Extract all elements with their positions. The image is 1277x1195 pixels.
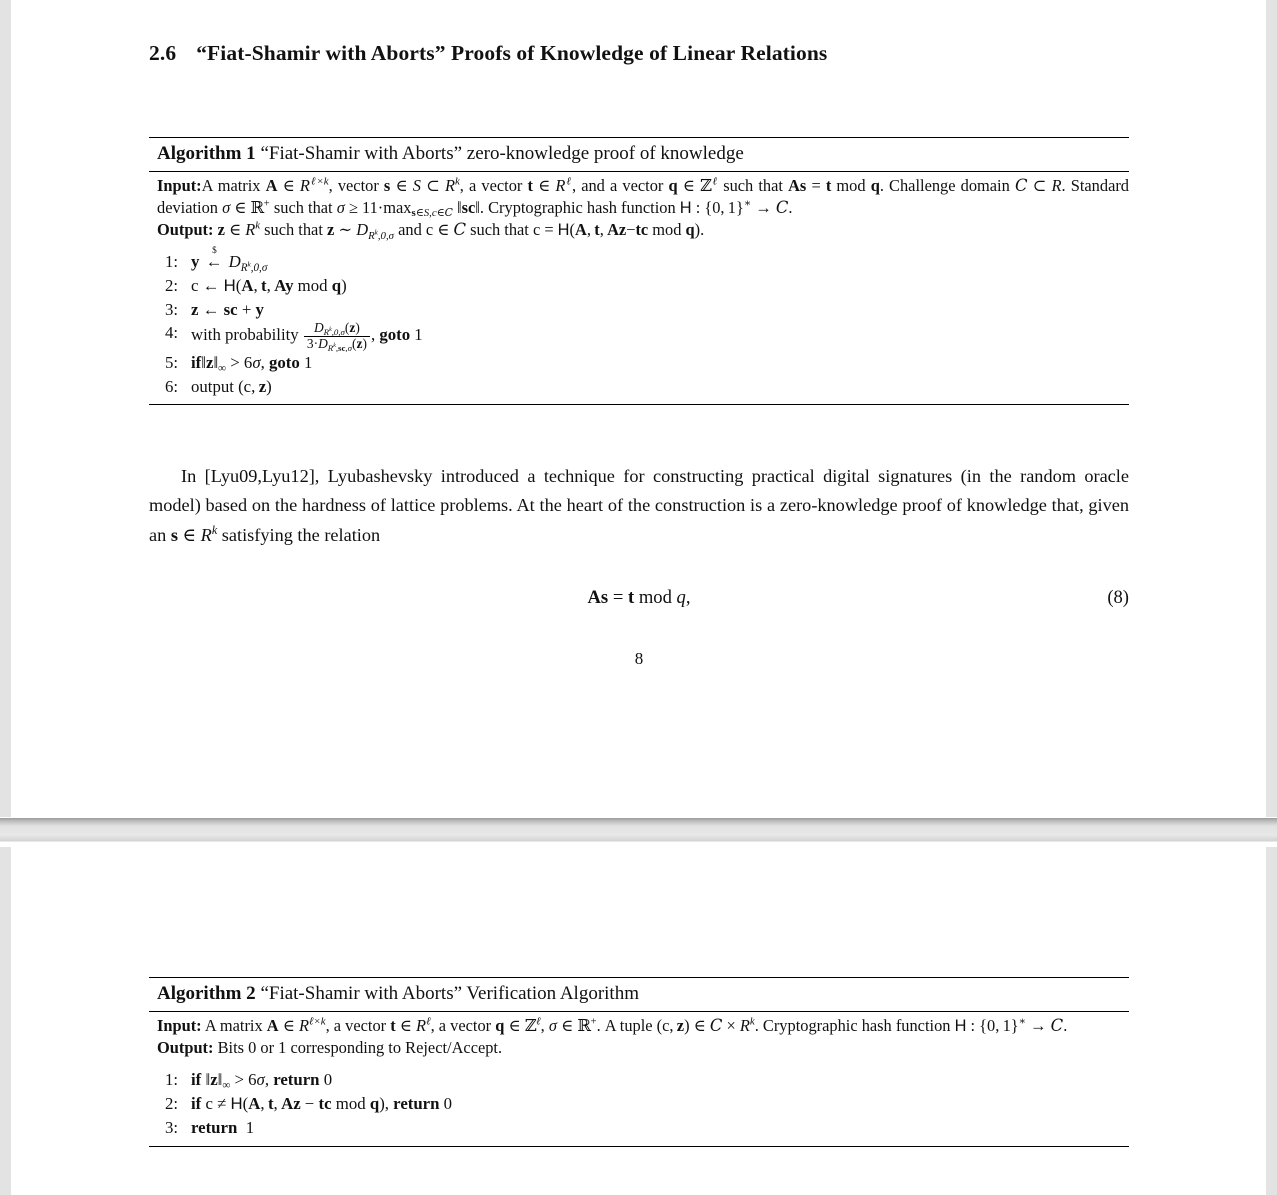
output-keyword: output <box>191 376 234 396</box>
algorithm-2-box: Algorithm 2 “Fiat-Shamir with Aborts” Ve… <box>149 977 1129 1147</box>
algorithm-1-input-line: Input:A matrix A ∈ Rℓ×k, vector s ∈ S ⊂ … <box>157 175 1130 220</box>
algorithm-1-steps: y $ ← DRk,0,σ c ← H(A, t, Ay mod q) z ← s… <box>149 245 1129 399</box>
algorithm-1-box: Algorithm 1 “Fiat-Shamir with Aborts” ze… <box>149 136 1129 405</box>
algorithm-1-step-6: output (c, z) <box>165 375 272 399</box>
algorithm-2-title-text: “Fiat-Shamir with Aborts” Verification A… <box>260 983 639 1004</box>
algorithm-1-step-1: y $ ← DRk,0,σ <box>165 245 268 274</box>
if-keyword-a2: if <box>191 1069 202 1089</box>
algorithm-1-step-2: c ← H(A, t, Ay mod q) <box>165 274 347 298</box>
equation-8-number: (8) <box>1107 586 1129 608</box>
algorithm-2-steps: if ‖z‖∞ > 6σ, return 0 if c ≠ H(A, t, Az… <box>149 1068 1129 1141</box>
page-folio: 8 <box>634 648 644 668</box>
pdf-viewer: 2.6 “Fiat-Shamir with Aborts” Proofs of K… <box>0 0 1277 1195</box>
return-keyword-1: return <box>273 1069 320 1089</box>
algorithm-2-output-label: Output: <box>157 1038 214 1058</box>
algorithm-1-output-line: Output: z ∈ Rk such that z ∼ DRk,0,σ and… <box>157 220 705 242</box>
acceptance-probability-fraction: DRk,0,σ(z) 3·DRk,sc,σ(z) <box>303 321 370 352</box>
algorithm-2-title: Algorithm 2 “Fiat-Shamir with Aborts” Ve… <box>149 978 1129 1011</box>
page-separator <box>0 817 1277 847</box>
algorithm-1-io: Input:A matrix A ∈ Rℓ×k, vector s ∈ S ⊂ … <box>149 172 1129 246</box>
if-keyword: if <box>191 352 202 372</box>
algorithm-2-label: Algorithm 2 <box>157 983 256 1004</box>
algorithm-1-input-label: Input: <box>157 175 202 195</box>
if-keyword-a2-b: if <box>191 1094 202 1114</box>
algorithm-1-label: Algorithm 1 <box>157 142 256 164</box>
body-paragraph: In [Lyu09,Lyu12], Lyubashevsky introduce… <box>149 465 1129 545</box>
algorithm-2-output-line: Output: Bits 0 or 1 corresponding to Rej… <box>157 1037 1129 1059</box>
document-page-1: 2.6 “Fiat-Shamir with Aborts” Proofs of K… <box>11 0 1266 817</box>
algorithm-1-step-4: with probability DRk,0,σ(z) 3·DRk,sc,σ(z… <box>165 320 423 353</box>
goto-keyword-2: goto <box>269 352 300 372</box>
algorithm-1-step-5: if‖z‖∞ > 6σ, goto 1 <box>165 351 313 375</box>
equation-8: As = t mod q, (8) <box>149 551 1130 609</box>
algorithm-2-input-line: Input: A matrix A ∈ Rℓ×k, a vector t ∈ R… <box>157 1015 1068 1035</box>
return-keyword-2: return <box>393 1094 440 1114</box>
return-keyword-3: return <box>191 1118 238 1138</box>
section-number: 2.6 <box>149 41 177 65</box>
algorithm-2-step-2: if c ≠ H(A, t, Az − tc mod q), return 0 <box>165 1092 453 1117</box>
algorithm-1-step-3: z ← sc + y <box>165 298 264 322</box>
algorithm-1-output-label: Output: <box>157 220 214 240</box>
document-page-2: Algorithm 2 “Fiat-Shamir with Aborts” Ve… <box>11 847 1266 1195</box>
algorithm-2-step-3: return 1 <box>165 1116 255 1141</box>
section-title-text: “Fiat-Shamir with Aborts” Proofs of Know… <box>196 41 828 65</box>
algorithm-2-bottom-rule <box>149 1145 1129 1147</box>
with-probability-keyword: with probability <box>191 325 299 345</box>
page-title: 2.6 “Fiat-Shamir with Aborts” Proofs of K… <box>149 0 1129 67</box>
algorithm-2-output-body: Bits 0 or 1 corresponding to Reject/Acce… <box>217 1038 503 1058</box>
algorithm-1-title-text: “Fiat-Shamir with Aborts” zero-knowledge… <box>260 142 744 164</box>
algorithm-2-input-label: Input: <box>157 1015 202 1035</box>
goto-keyword: goto <box>379 325 411 345</box>
page-1-content: 2.6 “Fiat-Shamir with Aborts” Proofs of K… <box>11 0 1266 669</box>
algorithm-2-io: Input: A matrix A ∈ Rℓ×k, a vector t ∈ R… <box>149 1012 1129 1064</box>
algorithm-2-step-1: if ‖z‖∞ > 6σ, return 0 <box>165 1068 333 1093</box>
equation-8-body: As = t mod q, <box>587 586 691 608</box>
algorithm-1-title: Algorithm 1 “Fiat-Shamir with Aborts” ze… <box>149 138 1129 171</box>
page-2-content: Algorithm 2 “Fiat-Shamir with Aborts” Ve… <box>11 847 1266 1147</box>
